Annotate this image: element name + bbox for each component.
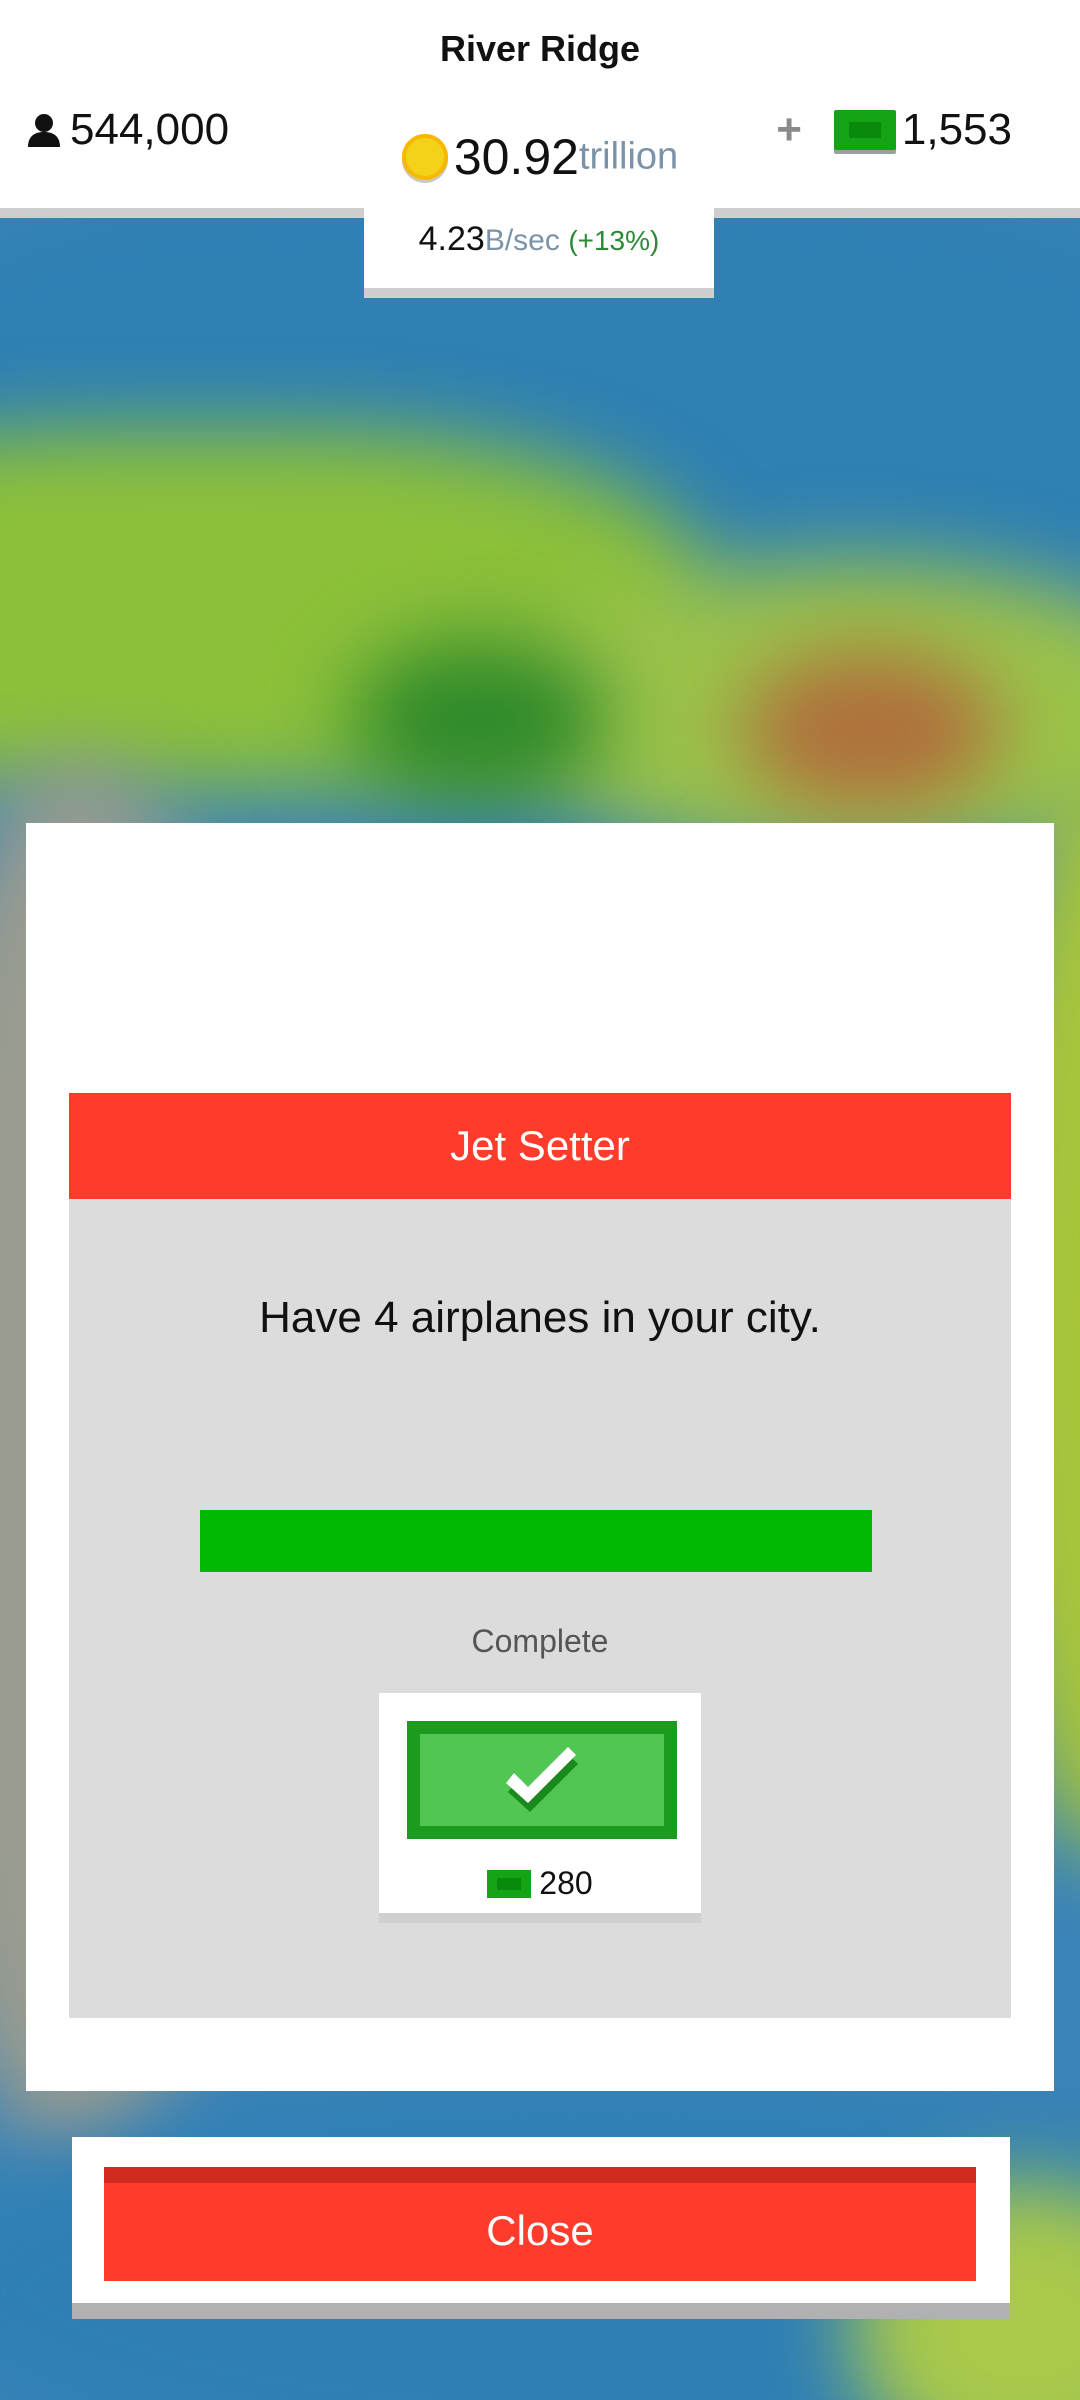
progress-status: Complete bbox=[471, 1623, 609, 1659]
claim-reward-button[interactable] bbox=[407, 1721, 677, 1839]
coin-icon bbox=[401, 134, 448, 180]
close-button[interactable]: Close bbox=[104, 2167, 976, 2281]
money-unit: trillion bbox=[578, 135, 679, 178]
reward-amount: 280 bbox=[379, 1863, 701, 1902]
progress-bar-fill bbox=[200, 1510, 872, 1572]
income-rate-tab: 4.23B/sec (+13%) bbox=[364, 208, 714, 298]
check-icon bbox=[506, 1747, 578, 1812]
achievement-card: Jet Setter Have 4 airplanes in your city… bbox=[69, 1093, 1011, 2018]
reward-value: 280 bbox=[539, 1865, 593, 1902]
close-button-container: Close bbox=[72, 2137, 1010, 2319]
rate-unit: B/sec bbox=[484, 224, 560, 257]
achievement-title: Jet Setter bbox=[69, 1093, 1011, 1199]
money-amount: 30.92 bbox=[453, 129, 579, 185]
reward-panel: 280 bbox=[379, 1693, 701, 1923]
achievement-modal: Jet Setter Have 4 airplanes in your city… bbox=[26, 823, 1054, 2091]
rate-value: 4.23 bbox=[418, 220, 485, 258]
cash-icon bbox=[487, 1869, 532, 1898]
top-status-bar: River Ridge 544,000 + 1,553 30.92trillio… bbox=[0, 0, 1080, 218]
city-name: River Ridge bbox=[439, 28, 641, 69]
progress-bar bbox=[200, 1510, 872, 1572]
money-counter: 30.92trillion bbox=[0, 128, 1080, 186]
rate-percent: (+13%) bbox=[568, 225, 660, 256]
achievement-description: Have 4 airplanes in your city. bbox=[259, 1293, 821, 1342]
